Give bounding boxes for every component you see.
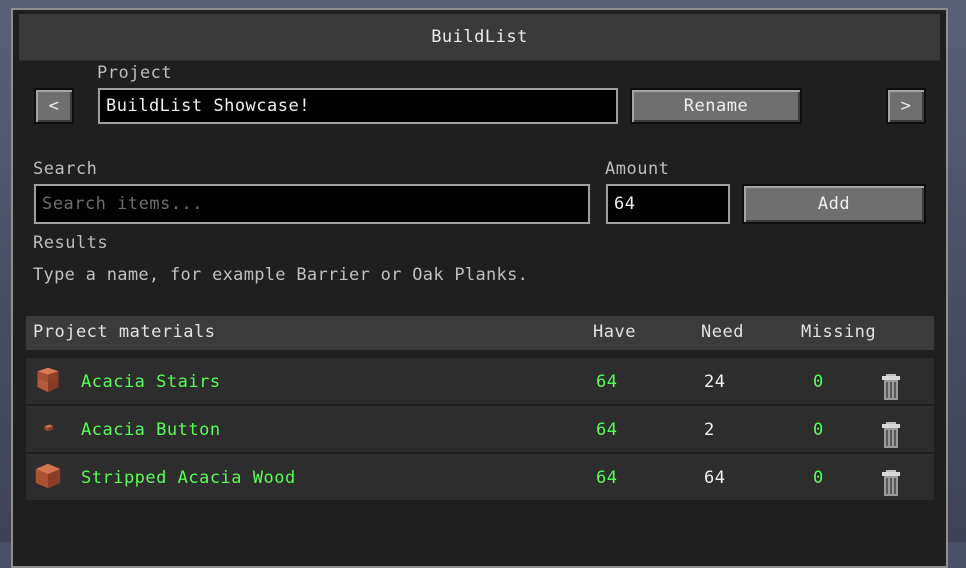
table-row[interactable]: Acacia Stairs 64 24 0 xyxy=(26,358,934,404)
rename-button[interactable]: Rename xyxy=(630,88,802,124)
table-row[interactable]: Acacia Button 64 2 0 xyxy=(26,406,934,452)
row-name: Stripped Acacia Wood xyxy=(81,468,296,488)
acacia-stairs-icon xyxy=(37,367,59,393)
row-have: 64 xyxy=(596,372,618,392)
row-have: 64 xyxy=(596,420,618,440)
row-need: 24 xyxy=(704,372,726,392)
row-missing: 0 xyxy=(813,372,824,392)
add-button[interactable]: Add xyxy=(742,184,926,224)
trash-icon[interactable] xyxy=(882,422,900,448)
project-label: Project xyxy=(97,63,173,83)
row-name: Acacia Stairs xyxy=(81,372,221,392)
header-need: Need xyxy=(701,322,744,342)
row-have: 64 xyxy=(596,468,618,488)
search-label: Search xyxy=(33,159,98,179)
table-row[interactable]: Stripped Acacia Wood 64 64 0 xyxy=(26,454,934,500)
materials-table-header: Project materials Have Need Missing xyxy=(26,316,934,350)
row-need: 64 xyxy=(704,468,726,488)
search-input[interactable] xyxy=(34,184,590,224)
window-title: BuildList xyxy=(19,14,940,61)
row-name: Acacia Button xyxy=(81,420,221,440)
results-hint: Type a name, for example Barrier or Oak … xyxy=(33,265,529,285)
stripped-acacia-wood-icon xyxy=(35,463,61,489)
row-missing: 0 xyxy=(813,468,824,488)
acacia-button-icon xyxy=(44,424,54,432)
next-project-button[interactable]: > xyxy=(886,88,926,124)
amount-label: Amount xyxy=(605,159,670,179)
prev-project-button[interactable]: < xyxy=(34,88,74,124)
project-name-input[interactable] xyxy=(98,88,618,124)
header-have: Have xyxy=(593,322,636,342)
amount-input[interactable] xyxy=(606,184,730,224)
trash-icon[interactable] xyxy=(882,470,900,496)
trash-icon[interactable] xyxy=(882,374,900,400)
results-label: Results xyxy=(33,233,109,253)
header-missing: Missing xyxy=(801,322,877,342)
row-need: 2 xyxy=(704,420,715,440)
row-missing: 0 xyxy=(813,420,824,440)
header-materials: Project materials xyxy=(33,322,216,342)
